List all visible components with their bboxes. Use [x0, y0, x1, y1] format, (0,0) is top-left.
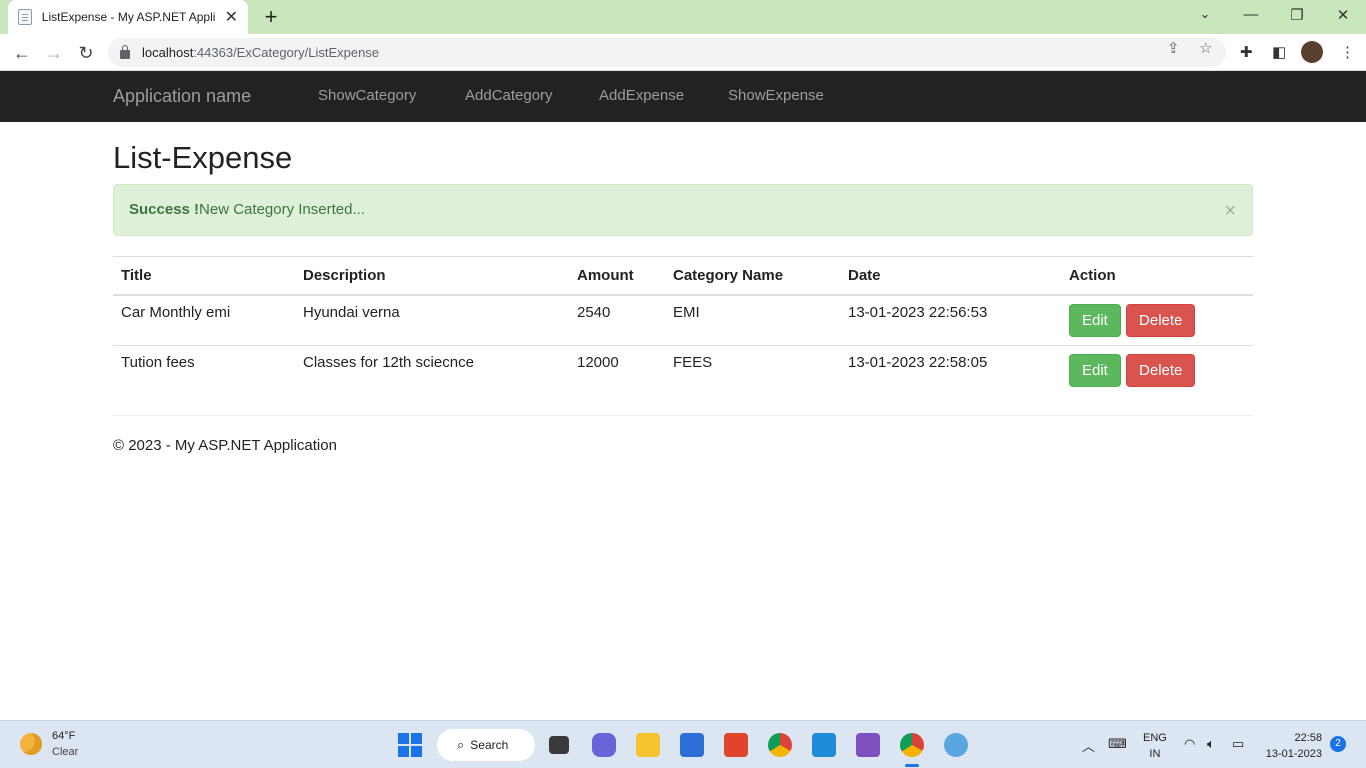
footer-divider — [113, 415, 1253, 416]
globe-app-icon[interactable] — [944, 733, 968, 757]
nav-link-addcategory[interactable]: AddCategory — [465, 87, 553, 104]
close-tab-icon[interactable]: ✕ — [225, 7, 238, 27]
chrome-profile-icon[interactable] — [900, 733, 924, 767]
cell-title: Car Monthly emi — [113, 294, 295, 346]
restore-button[interactable]: ❐ — [1282, 6, 1312, 24]
vscode-icon[interactable] — [812, 733, 836, 757]
profile-avatar[interactable] — [1301, 41, 1323, 63]
volume-icon[interactable]: 🔈︎ — [1207, 736, 1215, 752]
cell-action: Edit Delete — [1061, 345, 1253, 397]
forward-arrow-icon[interactable]: → — [42, 41, 66, 65]
lock-icon — [120, 45, 130, 59]
table-row: Tution fees Classes for 12th sciecnce 12… — [113, 345, 1253, 397]
store-icon[interactable] — [680, 733, 704, 757]
cell-date: 13-01-2023 22:58:05 — [840, 345, 1061, 397]
nav-link-showexpense[interactable]: ShowExpense — [728, 87, 824, 104]
cell-title: Tution fees — [113, 345, 295, 397]
header-action: Action — [1061, 256, 1253, 296]
menu-dots-icon[interactable]: ⋮ — [1340, 43, 1355, 61]
minimize-button[interactable]: — — [1236, 6, 1266, 23]
moon-weather-icon[interactable] — [20, 733, 42, 755]
browser-tab[interactable]: ListExpense - My ASP.NET Applic ✕ — [8, 0, 248, 34]
office-icon[interactable] — [724, 733, 748, 757]
search-label: Search — [470, 738, 509, 752]
language-indicator[interactable]: ENG IN — [1143, 730, 1167, 762]
url-text: localhost:44363/ExCategory/ListExpense — [142, 45, 380, 60]
share-icon[interactable]: ⇪ — [1167, 39, 1180, 57]
back-arrow-icon[interactable]: ← — [10, 41, 34, 65]
header-description: Description — [295, 256, 569, 296]
reload-icon[interactable]: ↻ — [74, 41, 98, 65]
browser-tabstrip: ListExpense - My ASP.NET Applic ✕ + ⌄ — … — [0, 0, 1366, 34]
header-category-name: Category Name — [665, 256, 840, 296]
chevron-up-icon[interactable]: ︿ — [1082, 736, 1095, 755]
alert-strong: Success ! — [129, 201, 200, 218]
alert-message: New Category Inserted... — [199, 201, 365, 218]
table-row: Car Monthly emi Hyundai verna 2540 EMI 1… — [113, 294, 1253, 346]
teams-chat-icon[interactable] — [592, 733, 616, 757]
keyboard-icon[interactable]: ⌨ — [1108, 736, 1127, 752]
taskbar-search[interactable]: ⌕ Search — [437, 729, 535, 761]
bookmark-star-icon[interactable]: ☆ — [1199, 39, 1212, 57]
table-header-row: Title Description Amount Category Name D… — [113, 256, 1253, 296]
header-date: Date — [840, 256, 1061, 296]
expense-table: Title Description Amount Category Name D… — [113, 256, 1253, 397]
visual-studio-icon[interactable] — [856, 733, 880, 757]
page-title: List-Expense — [113, 140, 293, 175]
footer-text: © 2023 - My ASP.NET Application — [113, 437, 337, 454]
cell-amount: 12000 — [569, 345, 665, 397]
nav-link-showcategory[interactable]: ShowCategory — [318, 87, 416, 104]
header-title: Title — [113, 256, 295, 296]
close-window-button[interactable]: ✕ — [1328, 6, 1358, 24]
nav-link-addexpense[interactable]: AddExpense — [599, 87, 684, 104]
cell-category: FEES — [665, 345, 840, 397]
brand-link[interactable]: Application name — [113, 86, 251, 107]
file-explorer-icon[interactable] — [636, 733, 660, 757]
start-windows-icon[interactable] — [398, 733, 422, 757]
alert-close-icon[interactable]: × — [1224, 201, 1236, 221]
tab-title: ListExpense - My ASP.NET Applic — [41, 10, 215, 24]
task-view-icon[interactable] — [549, 736, 569, 754]
page-icon — [18, 9, 32, 25]
battery-icon[interactable]: ▭ — [1232, 736, 1244, 752]
delete-button[interactable]: Delete — [1126, 303, 1196, 337]
wifi-icon[interactable]: ◠ — [1184, 736, 1195, 752]
cell-description: Hyundai verna — [295, 294, 569, 346]
delete-button[interactable]: Delete — [1126, 354, 1196, 387]
browser-toolbar: ← → ↻ localhost:44363/ExCategory/ListExp… — [0, 34, 1366, 71]
cell-date: 13-01-2023 22:56:53 — [840, 294, 1061, 346]
address-bar[interactable]: localhost:44363/ExCategory/ListExpense — [108, 38, 1226, 67]
windows-taskbar: 64°F Clear ⌕ Search ︿ ⌨ ENG IN ◠ 🔈︎ ▭ 22… — [0, 720, 1366, 768]
notification-badge[interactable]: 2 — [1330, 736, 1346, 752]
header-amount: Amount — [569, 256, 665, 296]
edit-button[interactable]: Edit — [1069, 354, 1121, 387]
search-icon: ⌕ — [457, 737, 465, 752]
extensions-icon[interactable]: ✚ — [1240, 43, 1253, 61]
app-navbar: Application name ShowCategory AddCategor… — [0, 71, 1366, 122]
cell-amount: 2540 — [569, 294, 665, 346]
weather-temperature[interactable]: 64°F — [52, 730, 75, 742]
chrome-icon[interactable] — [768, 733, 792, 757]
cell-action: Edit Delete — [1061, 294, 1253, 346]
weather-condition[interactable]: Clear — [52, 746, 78, 758]
cell-category: EMI — [665, 294, 840, 346]
system-clock[interactable]: 22:58 13-01-2023 — [1262, 730, 1322, 762]
success-alert: Success !New Category Inserted... × — [113, 184, 1253, 236]
new-tab-button[interactable]: + — [258, 4, 284, 30]
side-panel-icon[interactable]: ◧ — [1272, 43, 1286, 61]
tab-search-icon[interactable]: ⌄ — [1190, 6, 1220, 22]
edit-button[interactable]: Edit — [1069, 303, 1121, 337]
cell-description: Classes for 12th sciecnce — [295, 345, 569, 397]
